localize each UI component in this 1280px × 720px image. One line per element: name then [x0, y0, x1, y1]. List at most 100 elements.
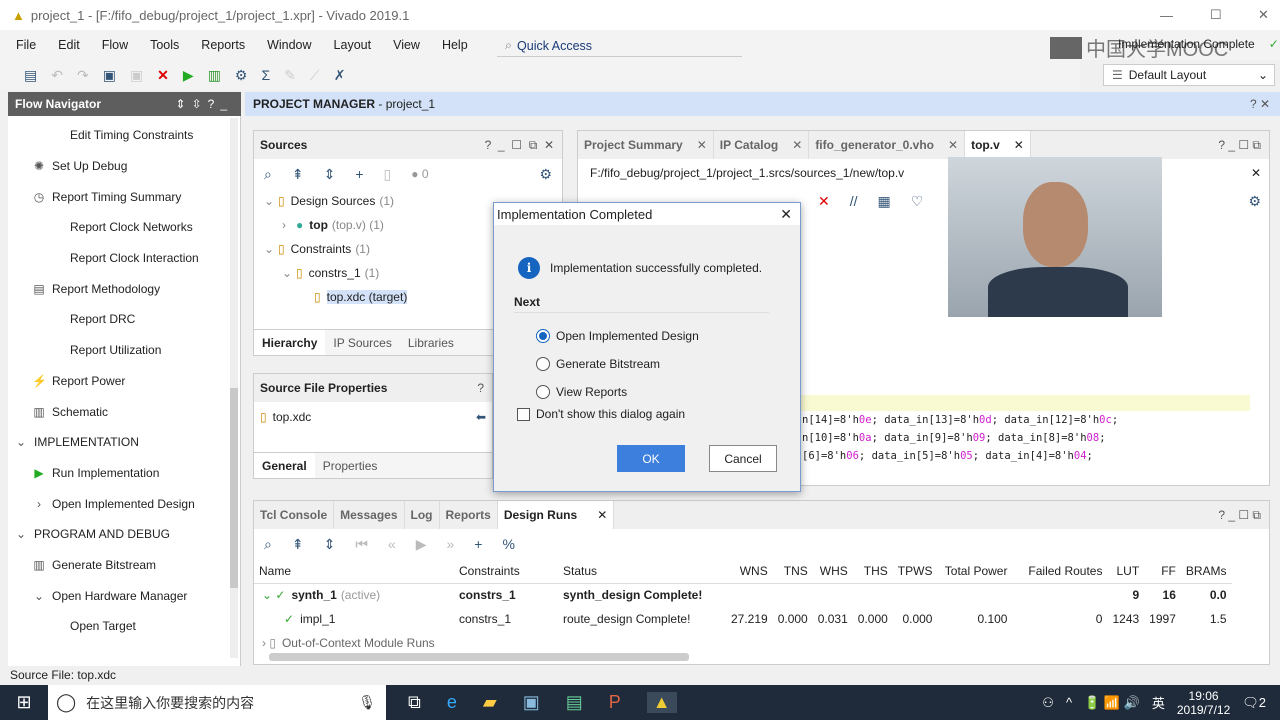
panel-controls[interactable]: ? _ ☐ ⧉ ✕ — [485, 138, 554, 153]
cancel-button[interactable]: Cancel — [709, 445, 777, 472]
gear-icon[interactable]: ⚙ — [539, 166, 552, 183]
table-row[interactable]: ⌄ ✓ synth_1 (active) constrs_1 synth_design … — [254, 583, 1232, 607]
close-tab-icon[interactable]: ✕ — [948, 138, 958, 152]
column-header[interactable]: Name — [254, 559, 454, 584]
expand-all-icon[interactable]: ⇕ — [324, 536, 336, 553]
code-area[interactable]: n[14]=8'h0e; data_in[13]=8'h0d; data_in[… — [798, 414, 1118, 468]
flow-item-run-implementation[interactable]: ▶ Run Implementation — [8, 458, 240, 489]
flow-item-report-clock-networks[interactable]: Report Clock Networks — [8, 212, 240, 243]
chevron-icon[interactable]: ⌄ — [264, 242, 278, 256]
help-icon[interactable]: ? — [477, 381, 484, 395]
close-tab-icon[interactable]: ✕ — [697, 138, 707, 152]
next-icon[interactable]: » — [447, 536, 455, 552]
flow-item-report-methodology[interactable]: ▤ Report Methodology — [8, 273, 240, 304]
close-tab-icon[interactable]: ✕ — [792, 138, 802, 152]
flow-item-report-power[interactable]: ⚡ Report Power — [8, 366, 240, 397]
flow-item-schematic[interactable]: ▥ Schematic — [8, 396, 240, 427]
checkbox[interactable] — [517, 407, 530, 421]
settings-icon[interactable]: ⚙ — [235, 67, 248, 84]
flow-item-open-hardware-manager[interactable]: ⌄ Open Hardware Manager — [8, 580, 240, 611]
tab-top-v[interactable]: top.v ✕ — [965, 131, 1031, 159]
column-header[interactable]: FF — [1144, 559, 1181, 584]
column-header[interactable]: BRAMs — [1180, 559, 1232, 584]
first-icon[interactable]: ⏮ — [355, 536, 368, 553]
powerpoint-icon[interactable]: P — [609, 692, 621, 713]
radio-view-reports[interactable]: View Reports — [536, 378, 699, 406]
panel-controls[interactable]: ? _ ☐ ⧉ — [1218, 138, 1261, 153]
search-icon[interactable]: ⌕ — [264, 536, 272, 553]
maximize-button[interactable]: ☐ — [1210, 7, 1222, 23]
menu-window[interactable]: Window — [267, 38, 311, 52]
flow-item-report-drc[interactable]: Report DRC — [8, 304, 240, 335]
tab-project-summary[interactable]: Project Summary ✕ — [578, 131, 714, 159]
menu-view[interactable]: View — [393, 38, 420, 52]
tab-reports[interactable]: Reports — [440, 501, 498, 529]
scrollbar[interactable] — [230, 118, 238, 658]
radio-button[interactable] — [536, 357, 550, 371]
windows-start-icon[interactable]: ⊞ — [0, 692, 48, 713]
column-header[interactable]: THS — [852, 559, 893, 584]
sigma-icon[interactable]: Σ — [261, 67, 270, 83]
edge-icon[interactable]: e — [447, 692, 457, 713]
photos-icon[interactable]: ▣ — [523, 692, 540, 713]
quick-access-input[interactable]: ⌕ Quick Access — [497, 35, 742, 57]
delete-icon[interactable]: ✕ — [818, 193, 830, 210]
chevron-icon[interactable]: ⌄ — [282, 266, 296, 280]
chevron-icon[interactable]: ⌄ — [264, 194, 278, 208]
radio-open-implemented-design[interactable]: Open Implemented Design — [536, 322, 699, 350]
app-icon[interactable]: ▤ — [566, 692, 583, 713]
tab-fifo-generator-0-vho[interactable]: fifo_generator_0.vho ✕ — [809, 131, 966, 159]
flow-item-generate-bitstream[interactable]: ▥ Generate Bitstream — [8, 550, 240, 581]
flow-item-program-and-debug[interactable]: ⌄ PROGRAM AND DEBUG — [8, 519, 240, 550]
tab-hierarchy[interactable]: Hierarchy — [254, 330, 326, 355]
file-icon[interactable]: ▯ — [384, 166, 392, 183]
menu-layout[interactable]: Layout — [334, 38, 372, 52]
ok-button[interactable]: OK — [617, 445, 685, 472]
column-header[interactable]: WNS — [726, 559, 773, 584]
menu-tools[interactable]: Tools — [150, 38, 179, 52]
column-header[interactable]: Total Power — [937, 559, 1013, 584]
back-arrow-icon[interactable]: ⬅ — [476, 410, 486, 424]
close-button[interactable]: ✕ — [1258, 7, 1269, 23]
people-icon[interactable]: ⚇ — [1042, 695, 1054, 711]
disabled-tool-icon[interactable]: ✎ — [284, 67, 296, 84]
disabled-tool-icon[interactable]: ⟋ — [310, 67, 320, 84]
tab-messages[interactable]: Messages — [334, 501, 405, 529]
percent-icon[interactable]: % — [502, 536, 514, 552]
flow-item-report-timing-summary[interactable]: ◷ Report Timing Summary — [8, 181, 240, 212]
search-icon[interactable]: ⌕ — [264, 166, 272, 183]
panel-controls[interactable]: ? _ ☐ ⧉ — [1218, 508, 1261, 523]
lightbulb-icon[interactable]: ♡ — [911, 193, 924, 210]
open-project-icon[interactable]: ▤ — [24, 67, 37, 84]
copy-icon[interactable]: ▣ — [103, 67, 116, 84]
flow-item-open-implemented-design[interactable]: › Open Implemented Design — [8, 488, 240, 519]
prev-icon[interactable]: « — [388, 536, 396, 552]
tab-log[interactable]: Log — [405, 501, 440, 529]
table-row[interactable]: ✓ impl_1 constrs_1 route_design Complete! 27… — [254, 607, 1232, 631]
tab-ip-catalog[interactable]: IP Catalog ✕ — [714, 131, 810, 159]
ime-indicator[interactable]: 英 — [1152, 693, 1165, 712]
undo-icon[interactable]: ↶ — [51, 67, 63, 84]
radio-button[interactable] — [536, 385, 550, 399]
layout-select[interactable]: ☰ Default Layout ⌄ — [1103, 64, 1275, 86]
column-header[interactable]: WHS — [812, 559, 853, 584]
tray-up-icon[interactable]: ^ — [1066, 695, 1072, 710]
radio-generate-bitstream[interactable]: Generate Bitstream — [536, 350, 699, 378]
flow-item-report-utilization[interactable]: Report Utilization — [8, 335, 240, 366]
panel-controls[interactable]: ⇕⇳?_ — [176, 97, 233, 111]
tab-design-runs[interactable]: Design Runs ✕ — [497, 501, 615, 529]
close-button[interactable]: ✕ — [780, 206, 792, 223]
debug-icon[interactable]: ✗ — [334, 67, 346, 84]
chevron-icon[interactable]: › — [282, 218, 296, 232]
radio-button[interactable] — [536, 329, 550, 343]
help-close-controls[interactable]: ? ✕ — [1250, 97, 1270, 111]
column-header[interactable]: LUT — [1107, 559, 1145, 584]
menu-flow[interactable]: Flow — [102, 38, 128, 52]
flow-item-report-clock-interaction[interactable]: Report Clock Interaction — [8, 243, 240, 274]
comment-icon[interactable]: // — [850, 193, 858, 209]
file-explorer-icon[interactable]: ▰ — [483, 692, 497, 713]
close-tab-icon[interactable]: ✕ — [1014, 138, 1024, 152]
microphone-icon[interactable]: 🎙 — [358, 694, 376, 711]
play-icon[interactable]: ▶ — [416, 536, 427, 553]
column-header[interactable]: Failed Routes — [1012, 559, 1108, 584]
